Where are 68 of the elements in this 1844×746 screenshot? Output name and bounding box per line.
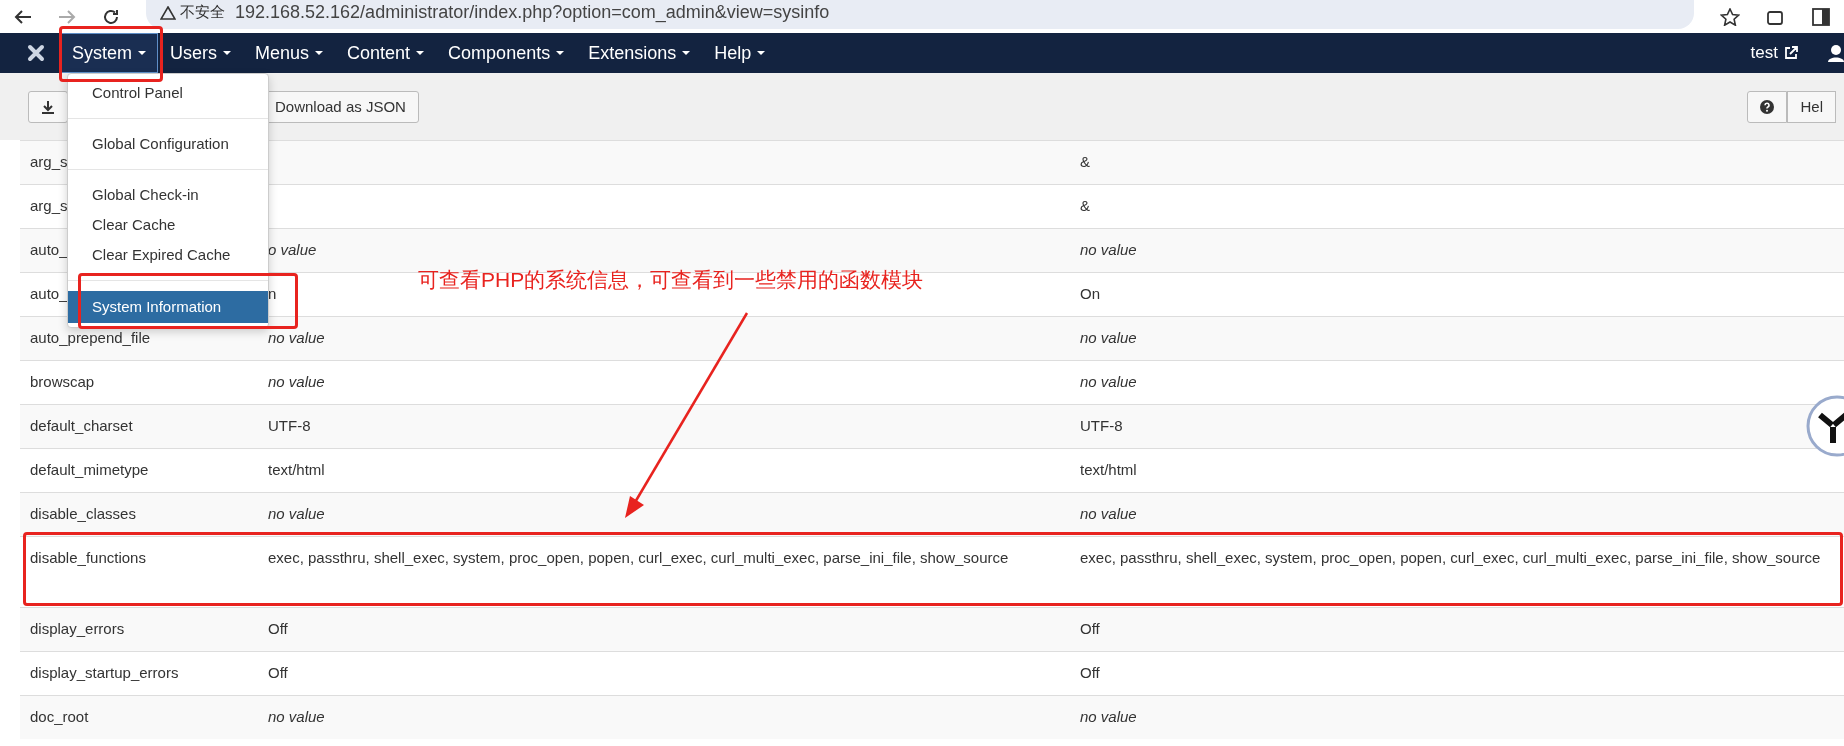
help-icon (1760, 99, 1775, 114)
master-value: exec, passthru, shell_exec, system, proc_open, popen, curl_exec, curl_multi_exec, parse_ini_file, show_source (1080, 548, 1821, 568)
local-value: text/html (268, 460, 325, 480)
master-value: & (1080, 196, 1090, 216)
setting-name: auto_ (30, 240, 68, 260)
menu-item[interactable]: Clear Cache (68, 210, 268, 240)
master-value: no value (1080, 707, 1137, 727)
local-value: no value (268, 328, 325, 348)
reload-icon[interactable] (102, 7, 120, 26)
local-value: no value (268, 707, 325, 727)
master-value: no value (1080, 328, 1137, 348)
nav-menu[interactable]: Menus (243, 33, 336, 73)
sidebar-icon[interactable] (1812, 7, 1830, 26)
annotation-text: 可查看PHP的系统信息，可查看到一些禁用的函数模块 (418, 267, 924, 293)
nav-menu[interactable]: Extensions (576, 33, 703, 73)
warning-icon (160, 5, 176, 20)
master-value: text/html (1080, 460, 1137, 480)
user-link[interactable]: test (1750, 43, 1798, 63)
nav-menu[interactable]: Components (436, 33, 577, 73)
local-value: Off (268, 663, 288, 683)
logo-icon[interactable] (26, 43, 46, 63)
master-value: On (1080, 284, 1100, 304)
master-value: no value (1080, 372, 1137, 392)
setting-name: display_errors (30, 619, 125, 639)
nav-menu[interactable]: Content (335, 33, 437, 73)
star-icon[interactable] (1720, 7, 1740, 26)
local-value: n (268, 284, 277, 304)
setting-name: arg_s (30, 152, 68, 172)
nav-menu[interactable]: Help (702, 33, 778, 73)
master-value: no value (1080, 240, 1137, 260)
local-value: Off (268, 619, 288, 639)
menu-item[interactable]: System Information (68, 291, 268, 323)
setting-name: disable_functions (30, 548, 146, 568)
master-value: no value (1080, 504, 1137, 524)
local-value: o value (268, 240, 317, 260)
help-button[interactable]: Hel (1787, 90, 1836, 123)
setting-name: arg_s (30, 196, 68, 216)
download-icon (41, 99, 55, 114)
setting-name: display_startup_errors (30, 663, 179, 683)
master-value: UTF-8 (1080, 416, 1123, 436)
local-value: UTF-8 (268, 416, 311, 436)
external-link-icon (1784, 46, 1798, 60)
download-button[interactable] (28, 90, 68, 123)
master-value: Off (1080, 619, 1100, 639)
menu-item[interactable]: Global Configuration (68, 129, 268, 159)
setting-name: auto_ (30, 284, 68, 304)
local-value: exec, passthru, shell_exec, system, proc_open, popen, curl_exec, curl_multi_exec, parse_ini_file, show_source (268, 548, 1009, 568)
setting-name: default_mimetype (30, 460, 149, 480)
setting-name: browscap (30, 372, 95, 392)
master-value: Off (1080, 663, 1100, 683)
local-value: no value (268, 372, 325, 392)
setting-name: auto_prepend_file (30, 328, 151, 348)
address-bar[interactable]: 不安全 192.168.52.162/administrator/index.php?option=com_admin&view=sysinfo (146, 0, 1694, 29)
url-text: 192.168.52.162/administrator/index.php?option=com_admin&view=sysinfo (235, 2, 830, 23)
setting-name: disable_classes (30, 504, 136, 524)
local-value: no value (268, 504, 325, 524)
user-icon[interactable] (1828, 44, 1844, 62)
menu-item[interactable]: Global Check-in (68, 180, 268, 210)
master-value: & (1080, 152, 1090, 172)
nav-menu[interactable]: Users (158, 33, 244, 73)
menu-item[interactable]: Clear Expired Cache (68, 240, 268, 270)
nav-menu[interactable]: System (60, 33, 158, 73)
floating-assistant-icon[interactable] (1806, 395, 1844, 457)
setting-name: default_charset (30, 416, 133, 436)
back-icon[interactable] (14, 8, 32, 25)
setting-name: doc_root (30, 707, 89, 727)
security-label[interactable]: 不安全 (160, 3, 225, 22)
help-icon-button[interactable] (1747, 90, 1788, 123)
